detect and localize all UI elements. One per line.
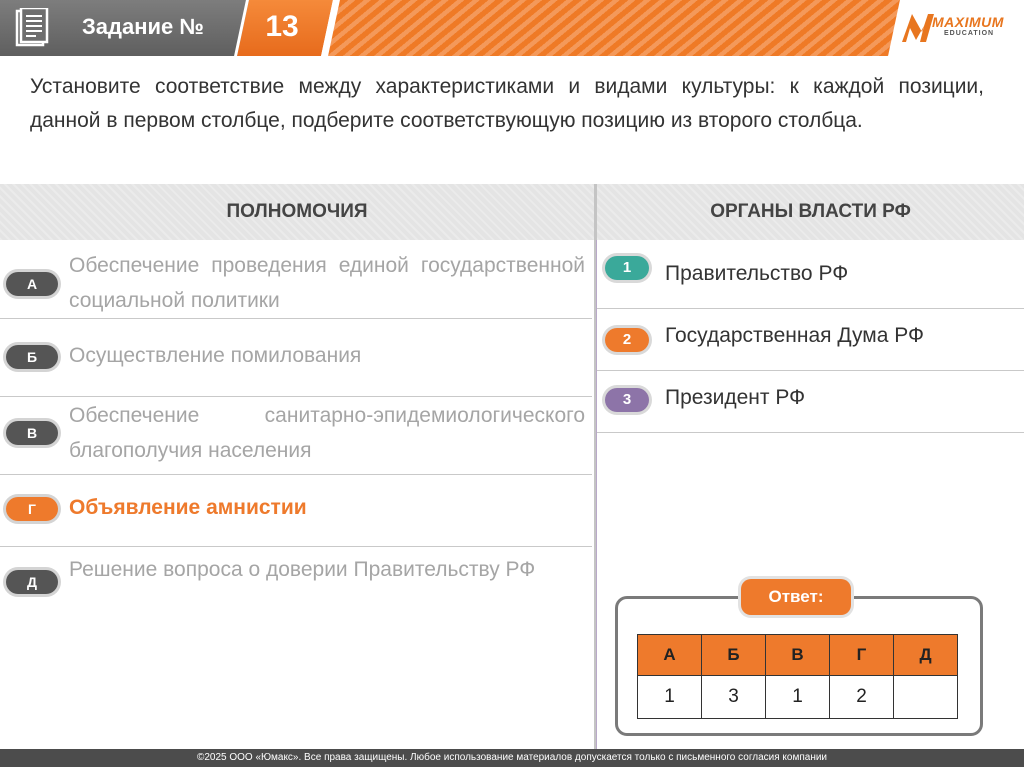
item-text: Государственная Дума РФ [665,324,924,347]
answer-value-cell[interactable]: 1 [637,675,702,719]
answer-value-cell[interactable]: 1 [765,675,830,719]
answer-value-row: 1 3 1 2 [637,675,958,719]
list-item: В Обеспечение санитарно-эпидемиологическ… [0,396,592,475]
number-badge: 3 [605,388,649,412]
list-item: 3 Президент РФ [597,370,1024,433]
answer-header-row: А Б В Г Д [637,634,958,676]
slide-header: Задание № 13 MAXIMUM EDUCATION [0,0,1024,62]
letter-badge: Д [6,570,58,594]
copyright-footer: ©2025 ООО «Юмакс». Все права защищены. Л… [0,749,1024,767]
item-text-highlighted: Объявление амнистии [69,496,307,519]
item-text: Осуществление помилования [69,344,362,367]
list-item: 1 Правительство РФ [597,244,1024,309]
item-text: Правительство РФ [665,262,849,285]
right-column-header: ОРГАНЫ ВЛАСТИ РФ [597,184,1024,240]
task-number: 13 [265,10,299,43]
list-item: Г Объявление амнистии [0,474,592,547]
left-column-header: ПОЛНОМОЧИЯ [0,184,594,240]
answer-value-cell[interactable]: 2 [829,675,894,719]
header-stripe [328,0,900,56]
logo-subtitle: EDUCATION [944,30,995,37]
task-title: Задание № [82,14,204,39]
list-item: 2 Государственная Дума РФ [597,308,1024,371]
letter-badge: Б [6,345,58,369]
letter-badge: Г [6,497,58,521]
answer-header-cell: Д [893,634,958,676]
letter-badge: А [6,272,58,296]
number-badge: 1 [605,256,649,280]
item-text: Президент РФ [665,386,806,409]
answer-header-cell: А [637,634,702,676]
answer-header-cell: Г [829,634,894,676]
answer-value-cell[interactable] [893,675,958,719]
answer-header-cell: В [765,634,830,676]
logo-word: MAXIMUM [932,14,1004,30]
answer-value-cell[interactable]: 3 [701,675,766,719]
list-item: Д Решение вопроса о доверии Правительств… [0,546,592,638]
letter-badge: В [6,421,58,445]
answer-label: Ответ: [741,579,851,615]
answer-header-cell: Б [701,634,766,676]
item-text: Решение вопроса о доверии Правительству … [69,558,536,581]
number-badge: 2 [605,328,649,352]
list-item: Б Осуществление помилования [0,318,592,397]
item-text: Обеспечение санитарно-эпидемиологическог… [69,404,585,462]
answer-table: А Б В Г Д 1 3 1 2 [637,634,958,719]
item-text: Обеспечение проведения единой государств… [69,254,585,312]
list-item: А Обеспечение проведения единой государс… [0,240,592,319]
document-icon [15,8,49,47]
question-text: Установите соответствие между характерис… [30,75,984,132]
